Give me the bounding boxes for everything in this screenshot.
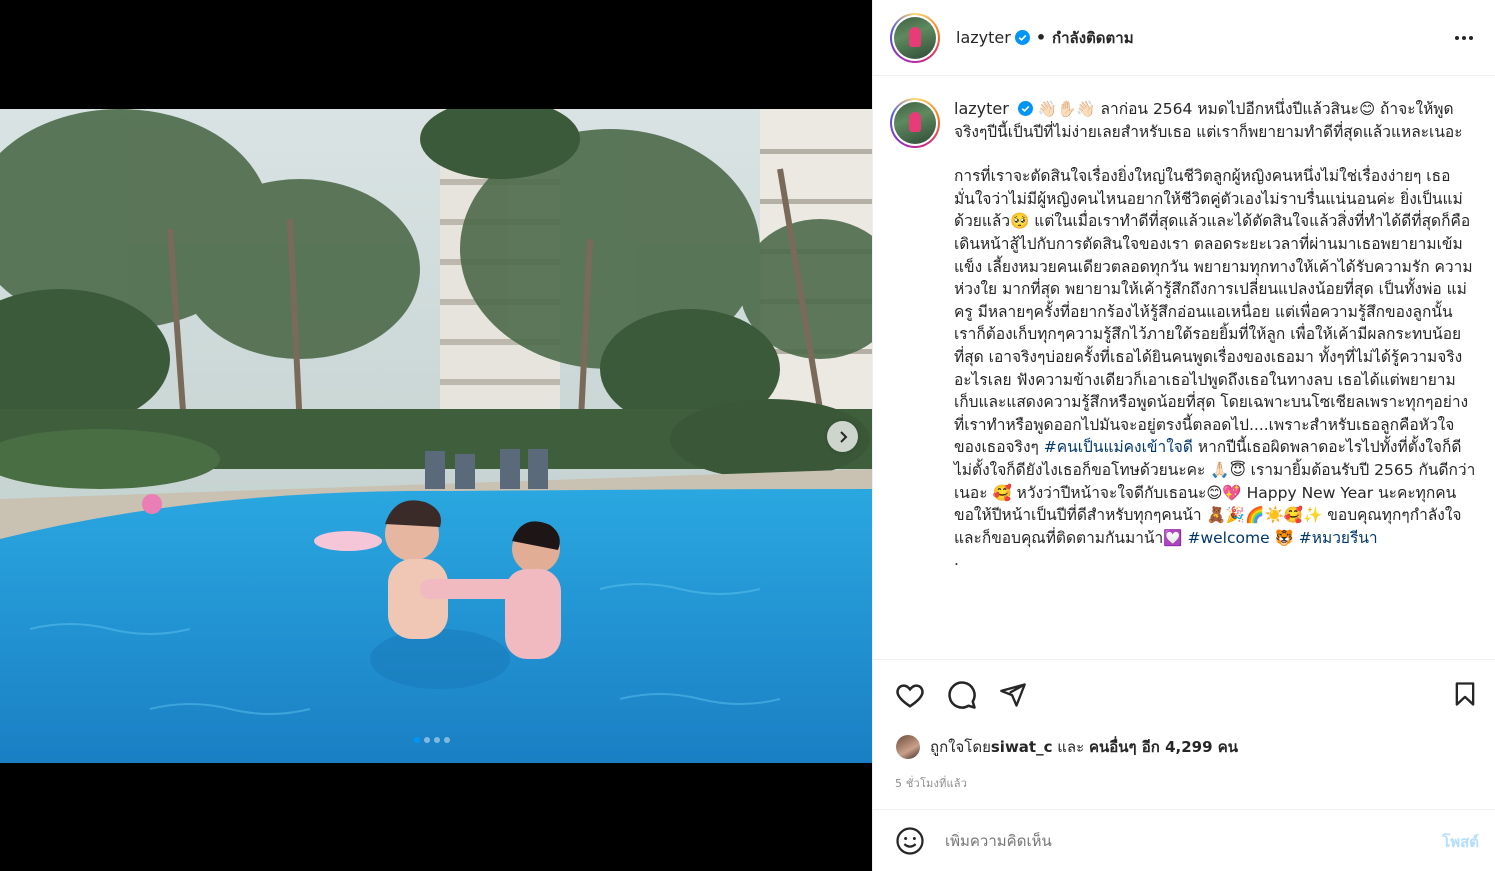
media-pane <box>0 0 872 871</box>
post-timestamp[interactable]: 5 ชั่วโมงที่แล้ว <box>873 774 1495 792</box>
verified-badge-icon <box>1014 30 1030 45</box>
tiger-emoji: 🐯 <box>1274 528 1299 547</box>
like-heart-icon[interactable] <box>895 680 925 710</box>
liker-username[interactable]: siwat_c <box>991 738 1053 756</box>
chevron-right-icon <box>839 430 847 443</box>
liker-avatar[interactable] <box>896 735 920 759</box>
post-actions <box>873 660 1495 730</box>
caption-emojis: 👋🏻✋🏻👋🏻 <box>1037 100 1096 118</box>
caption-body-block: การที่เราจะตัดสินใจเรื่องยิ่งใหญ่ในชีวิต… <box>954 165 1477 572</box>
post-side-panel: lazyter • กำลังติดตาม lazyter 👋🏻✋🏻👋🏻 ลาก… <box>872 0 1495 871</box>
comment-icon[interactable] <box>947 680 977 710</box>
comment-composer: โพสต์ <box>873 809 1495 871</box>
avatar-image <box>894 16 936 59</box>
emoji-icon[interactable] <box>895 826 925 856</box>
caption-end: . <box>954 551 959 570</box>
post-comment-button[interactable]: โพสต์ <box>1442 830 1479 854</box>
hashtag-link[interactable]: #welcome <box>1187 529 1269 547</box>
carousel-dot <box>414 737 420 743</box>
separator-dot: • <box>1035 28 1047 47</box>
likes-others-link[interactable]: คนอื่นๆ อีก 4,299 คน <box>1089 735 1238 759</box>
header-username[interactable]: lazyter <box>956 28 1011 47</box>
hashtag-link[interactable]: #คนเป็นแม่คงเข้าใจดี <box>1044 438 1193 456</box>
carousel-dot <box>424 737 430 743</box>
verified-badge-icon <box>1017 101 1033 116</box>
avatar[interactable] <box>890 12 940 63</box>
post-photo[interactable] <box>0 109 872 763</box>
carousel-dot <box>434 737 440 743</box>
caption-username[interactable]: lazyter <box>954 99 1009 118</box>
post-header: lazyter • กำลังติดตาม <box>873 0 1495 76</box>
pool-photo-illustration <box>0 109 872 763</box>
likes-middle: และ <box>1052 738 1089 756</box>
caption-section: lazyter 👋🏻✋🏻👋🏻 ลาก่อน 2564 หมดไปอีกหนึ่ง… <box>873 76 1495 660</box>
more-options-icon[interactable] <box>1453 27 1475 49</box>
carousel-indicator <box>414 737 450 743</box>
caption-avatar[interactable] <box>890 98 940 148</box>
likes-prefix: ถูกใจโดย <box>930 738 991 756</box>
carousel-dot <box>444 737 450 743</box>
save-bookmark-icon[interactable] <box>1451 680 1479 708</box>
comment-input[interactable] <box>945 831 1405 850</box>
carousel-next-button[interactable] <box>827 421 858 452</box>
share-icon[interactable] <box>999 681 1027 709</box>
caption-body: การที่เราจะตัดสินใจเรื่องยิ่งใหญ่ในชีวิต… <box>954 167 1473 457</box>
post-caption: lazyter 👋🏻✋🏻👋🏻 ลาก่อน 2564 หมดไปอีกหนึ่ง… <box>954 98 1477 659</box>
hashtag-link[interactable]: #หมวยรีนา <box>1299 529 1378 547</box>
likes-summary: ถูกใจโดย siwat_c และ คนอื่นๆ อีก 4,299 ค… <box>873 730 1495 764</box>
avatar-image <box>894 102 936 144</box>
following-button[interactable]: กำลังติดตาม <box>1052 26 1134 50</box>
